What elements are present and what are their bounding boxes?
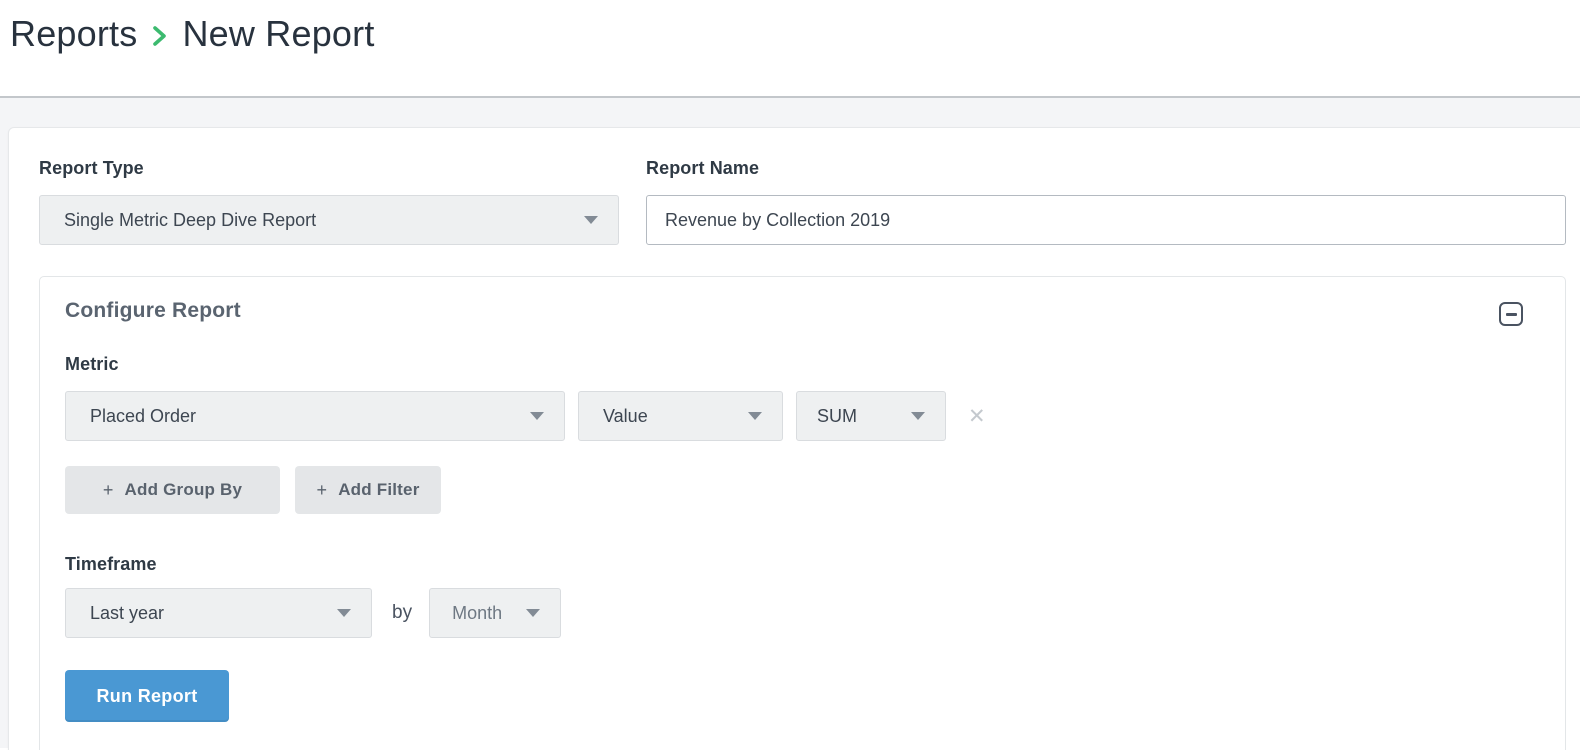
timeframe-row: Last year by Month [65,588,1540,638]
metric-aggregation-select[interactable]: SUM [796,391,946,441]
metric-row: Placed Order Value SUM ✕ [65,391,1540,441]
breadcrumb-chevron-icon [152,24,167,48]
metric-actions-row: + Add Group By + Add Filter [65,466,1540,514]
timeframe-label: Timeframe [65,554,1540,575]
add-group-by-label: Add Group By [125,480,243,500]
remove-metric-icon[interactable]: ✕ [968,406,986,427]
chevron-down-icon [911,412,925,420]
chevron-down-icon [337,609,351,617]
configure-header: Configure Report [65,299,1540,326]
timeframe-interval-select[interactable]: Month [429,588,561,638]
report-name-input[interactable] [646,195,1566,245]
metric-event-select[interactable]: Placed Order [65,391,565,441]
breadcrumb-reports-link[interactable]: Reports [10,13,137,55]
plus-icon: + [316,480,327,501]
metric-aggregation-value: SUM [817,406,857,427]
metric-label: Metric [65,354,1540,375]
report-type-field: Report Type Single Metric Deep Dive Repo… [39,158,619,245]
chevron-down-icon [584,216,598,224]
collapse-section-button[interactable] [1499,302,1523,326]
add-filter-button[interactable]: + Add Filter [295,466,441,514]
configure-report-card: Configure Report Metric Placed Order Val… [39,276,1566,750]
chevron-down-icon [748,412,762,420]
add-group-by-button[interactable]: + Add Group By [65,466,280,514]
report-name-field: Report Name [646,158,1566,245]
minus-icon [1506,313,1517,316]
metric-property-select[interactable]: Value [578,391,783,441]
timeframe-range-select[interactable]: Last year [65,588,372,638]
breadcrumb-current: New Report [182,13,374,55]
configure-title: Configure Report [65,299,241,323]
report-meta-row: Report Type Single Metric Deep Dive Repo… [39,158,1564,245]
report-name-label: Report Name [646,158,1566,179]
add-filter-label: Add Filter [338,480,419,500]
timeframe-by-label: by [392,602,412,624]
chevron-down-icon [530,412,544,420]
run-report-button[interactable]: Run Report [65,670,229,722]
report-type-select[interactable]: Single Metric Deep Dive Report [39,195,619,245]
timeframe-interval-value: Month [452,603,502,624]
page-header: Reports New Report [0,0,1580,98]
metric-event-value: Placed Order [90,406,196,427]
page-body: Report Type Single Metric Deep Dive Repo… [0,98,1580,748]
plus-icon: + [103,480,114,501]
report-type-label: Report Type [39,158,619,179]
timeframe-range-value: Last year [90,603,164,624]
report-type-value: Single Metric Deep Dive Report [64,210,316,231]
metric-property-value: Value [603,406,648,427]
new-report-card: Report Type Single Metric Deep Dive Repo… [8,127,1580,750]
chevron-down-icon [526,609,540,617]
breadcrumb: Reports New Report [10,13,1580,55]
